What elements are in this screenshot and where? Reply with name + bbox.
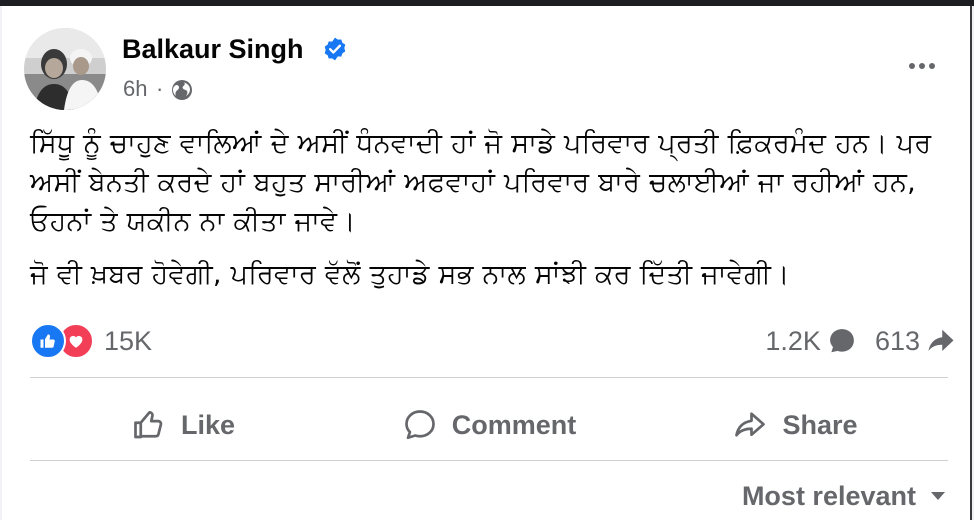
post-actions: Like Comment Share bbox=[30, 384, 948, 466]
avatar-photo bbox=[24, 28, 106, 110]
share-label: Share bbox=[782, 409, 858, 440]
comment-sort-dropdown[interactable]: Most relevant bbox=[742, 476, 948, 516]
thumbs-up-icon bbox=[134, 411, 163, 439]
comment-icon bbox=[404, 410, 435, 440]
post-paragraph: ਸਿੱਧੂ ਨੂੰ ਚਾਹੁਣ ਵਾਲਿਆਂ ਦੇ ਅਸੀਂ ਧੰਨਵਾਦੀ ਹ… bbox=[30, 128, 932, 237]
post-stats: 1.2K 613 bbox=[765, 322, 956, 360]
verified-badge-icon bbox=[324, 37, 346, 61]
comment-label: Comment bbox=[451, 409, 577, 440]
reaction-count: 15K bbox=[104, 325, 153, 356]
comment-count[interactable]: 1.2K bbox=[765, 326, 857, 357]
separator-dot: · bbox=[156, 76, 164, 101]
share-count-value: 613 bbox=[874, 325, 920, 356]
author-name[interactable]: Balkaur Singh bbox=[122, 34, 304, 65]
comment-button[interactable]: Comment bbox=[336, 384, 642, 466]
caret-down-icon bbox=[931, 492, 945, 500]
comment-bubble-icon bbox=[830, 329, 854, 353]
reactions-summary[interactable]: 15K bbox=[30, 322, 152, 360]
share-count[interactable]: 613 bbox=[875, 326, 956, 357]
divider bbox=[30, 460, 948, 461]
divider bbox=[30, 377, 948, 378]
more-dots-icon bbox=[909, 63, 915, 69]
post-body: ਸਿੱਧੂ ਨੂੰ ਚਾਹੁਣ ਵਾਲਿਆਂ ਦੇ ਅਸੀਂ ਧੰਨਵਾਦੀ ਹ… bbox=[30, 124, 950, 294]
sort-label: Most relevant bbox=[741, 480, 916, 511]
post-timestamp[interactable]: 6h bbox=[123, 76, 147, 102]
like-label: Like bbox=[180, 409, 236, 440]
comment-count-value: 1.2K bbox=[765, 325, 821, 356]
post-paragraph: ਜੋ ਵੀ ਖ਼ਬਰ ਹੋਵੇਗੀ, ਪਰਿਵਾਰ ਵੱਲੋਂ ਤੁਹਾਡੇ ਸ… bbox=[30, 259, 790, 290]
like-reaction-icon bbox=[30, 323, 66, 359]
more-options-button[interactable] bbox=[900, 52, 944, 80]
post-card: Balkaur Singh 6h · ਸਿੱਧੂ ਨੂੰ ਚਾਹੁਣ ਵਾਲਿਆ… bbox=[2, 6, 972, 520]
share-arrow-icon bbox=[928, 329, 954, 351]
avatar[interactable] bbox=[24, 28, 106, 110]
share-icon bbox=[735, 412, 766, 437]
like-button[interactable]: Like bbox=[30, 384, 336, 466]
globe-icon bbox=[172, 80, 192, 100]
share-button[interactable]: Share bbox=[642, 384, 948, 466]
